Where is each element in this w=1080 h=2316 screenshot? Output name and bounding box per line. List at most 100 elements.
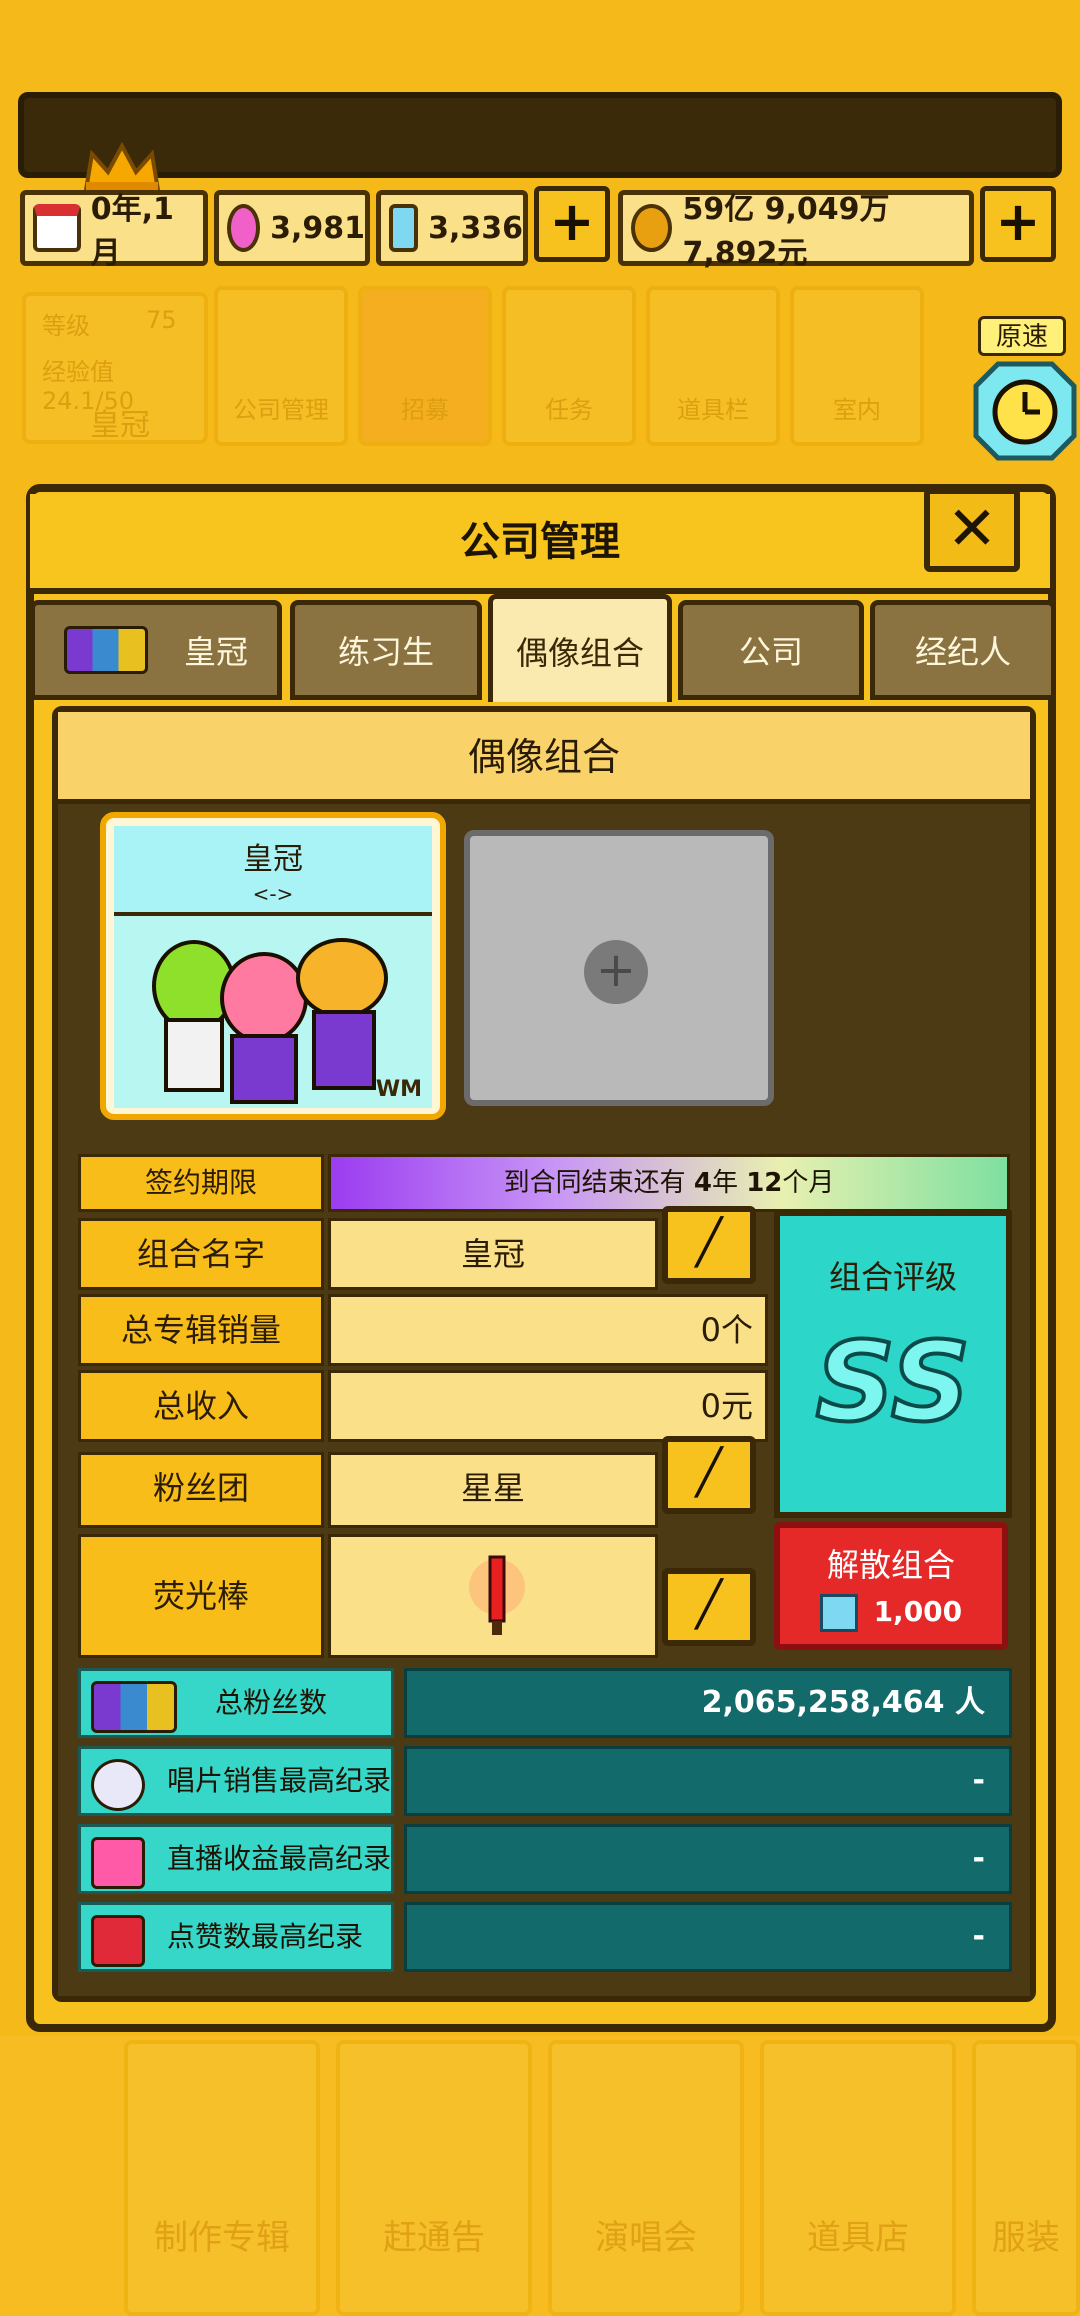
total-income-value: 0元	[328, 1370, 768, 1442]
pink-gem-display: 3,981	[214, 190, 370, 266]
contract-years: 4	[693, 1168, 712, 1198]
record-sales-label: 唱片销售最高纪录	[167, 1764, 392, 1797]
diamond-display: 3,336	[376, 190, 528, 266]
record-sales-label-box: 唱片销售最高纪录	[78, 1746, 394, 1816]
play-icon	[91, 1915, 145, 1967]
edit-lightstick-button[interactable]: ╱	[662, 1568, 756, 1646]
live-income-value: -	[404, 1824, 1012, 1894]
group-card-image: WM	[114, 912, 432, 1108]
close-icon: ✕	[946, 494, 998, 564]
group-card-name: 皇冠	[243, 842, 303, 877]
album-sales-label: 总专辑销量	[78, 1294, 324, 1366]
likes-label: 点赞数最高纪录	[167, 1920, 364, 1953]
disband-cost: 1,000	[873, 1595, 963, 1628]
disband-label: 解散组合	[826, 1546, 955, 1584]
menu-schedule[interactable]: 赶通告	[336, 2040, 532, 2316]
tab-crown[interactable]: 皇冠	[30, 600, 282, 700]
level-label: 等级	[42, 312, 90, 340]
pencil-icon: ╱	[695, 1579, 723, 1630]
menu-make-album[interactable]: 制作专辑	[124, 2040, 320, 2316]
group-rating-label: 组合评级	[828, 1258, 957, 1296]
menu-inventory[interactable]: 道具栏	[646, 286, 780, 446]
speed-label: 原速	[978, 316, 1066, 356]
album-sales-value: 0个	[328, 1294, 768, 1366]
speed-button[interactable]: 原速	[970, 316, 1080, 472]
total-fans-label: 总粉丝数	[215, 1686, 328, 1719]
level-box: 等级 75 经验值 24.1/50 皇冠	[22, 292, 208, 444]
group-rating-box: 组合评级 SS	[774, 1210, 1012, 1518]
panel-title: 公司管理	[30, 494, 1050, 594]
date-text: 0年,1月	[90, 192, 174, 271]
contract-months-unit: 个月	[782, 1168, 835, 1198]
fans-icon	[91, 1681, 177, 1733]
tab-agent[interactable]: 经纪人	[870, 600, 1056, 700]
group-card-badge: WM	[375, 1077, 422, 1102]
pink-gem-count: 3,981	[270, 210, 365, 246]
tab-idol-group-label: 偶像组合	[515, 633, 644, 672]
fanclub-label: 粉丝团	[78, 1452, 324, 1528]
contract-label: 签约期限	[78, 1154, 324, 1212]
pencil-icon: ╱	[695, 1217, 723, 1268]
section-title: 偶像组合	[58, 712, 1030, 804]
tab-company[interactable]: 公司	[678, 600, 864, 700]
top-bar	[18, 92, 1062, 178]
group-name-label: 组合名字	[78, 1218, 324, 1290]
money-amount: 59亿 9,049万 7,892元	[682, 192, 890, 271]
tab-company-label: 公司	[738, 633, 803, 671]
diamond-icon	[819, 1594, 858, 1632]
edit-fanclub-button[interactable]: ╱	[662, 1436, 756, 1514]
contract-bar: 到合同结束还有 4年 12个月	[328, 1154, 1010, 1212]
menu-tasks[interactable]: 任务	[502, 286, 636, 446]
tab-agent-label: 经纪人	[914, 633, 1011, 671]
calendar-icon	[33, 204, 81, 252]
total-fans-value: 2,065,258,464 人	[404, 1668, 1012, 1738]
record-sales-value: -	[404, 1746, 1012, 1816]
menu-recruit[interactable]: 招募	[358, 286, 492, 446]
diamond-count: 3,336	[428, 210, 523, 246]
close-button[interactable]: ✕	[924, 488, 1020, 572]
group-card-sub: <->	[252, 882, 294, 906]
add-diamond-button[interactable]: +	[534, 186, 610, 262]
diamond-icon	[389, 204, 419, 252]
music-note-icon	[91, 1837, 145, 1889]
tab-idol-group[interactable]: 偶像组合	[488, 594, 672, 702]
tab-trainee-label: 练习生	[337, 633, 434, 671]
tab-crown-label: 皇冠	[183, 633, 248, 671]
group-icon	[63, 626, 148, 674]
fanclub-value: 星星	[328, 1452, 658, 1528]
coin-icon	[631, 204, 673, 252]
lightstick-value	[328, 1534, 658, 1658]
add-money-button[interactable]: +	[980, 186, 1056, 262]
crown-label: 皇冠	[90, 408, 150, 443]
group-name-value: 皇冠	[328, 1218, 658, 1290]
disc-icon	[91, 1759, 145, 1811]
menu-item-shop[interactable]: 道具店	[760, 2040, 956, 2316]
likes-value: -	[404, 1902, 1012, 1972]
menu-costume[interactable]: 服装	[972, 2040, 1080, 2316]
pencil-icon: ╱	[695, 1447, 723, 1498]
group-rating-grade: SS	[814, 1316, 973, 1448]
tab-trainee[interactable]: 练习生	[290, 600, 482, 700]
live-income-label: 直播收益最高纪录	[167, 1842, 392, 1875]
lightstick-label: 荧光棒	[78, 1534, 324, 1658]
likes-label-box: 点赞数最高纪录	[78, 1902, 394, 1972]
add-group-icon[interactable]: +	[584, 940, 648, 1004]
total-income-label: 总收入	[78, 1370, 324, 1442]
menu-concert[interactable]: 演唱会	[548, 2040, 744, 2316]
money-display: 59亿 9,049万 7,892元	[618, 190, 974, 271]
menu-interior[interactable]: 室内	[790, 286, 924, 446]
lightstick-icon	[469, 1555, 525, 1635]
date-display: 0年,1月	[20, 190, 208, 271]
level-value: 75	[146, 306, 177, 334]
group-card-header: 皇冠 <->	[114, 826, 432, 912]
contract-months: 12	[746, 1168, 783, 1198]
edit-group-name-button[interactable]: ╱	[662, 1206, 756, 1284]
live-income-label-box: 直播收益最高纪录	[78, 1824, 394, 1894]
stopwatch-icon	[973, 361, 1077, 461]
contract-text-pre: 到合同结束还有	[503, 1168, 686, 1198]
contract-years-unit: 年	[711, 1168, 738, 1198]
total-fans-label-box: 总粉丝数	[78, 1668, 394, 1738]
menu-company-management[interactable]: 公司管理	[214, 286, 348, 446]
pink-gem-icon	[227, 204, 261, 252]
disband-group-button[interactable]: 解散组合 1,000	[774, 1522, 1008, 1650]
